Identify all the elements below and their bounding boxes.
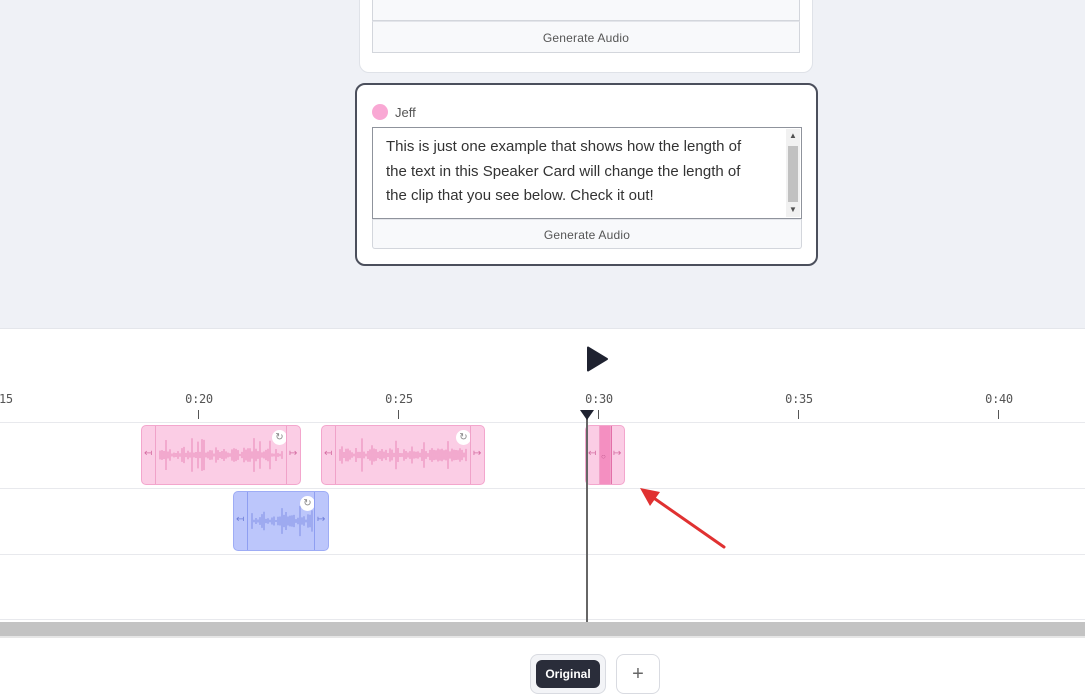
previous-speaker-card: Generate Audio	[359, 0, 813, 73]
ruler-tick	[398, 410, 399, 419]
ruler-label: 0:15	[0, 392, 13, 406]
scroll-down-icon[interactable]: ▼	[786, 203, 800, 217]
play-icon[interactable]	[585, 346, 609, 372]
trim-left-icon[interactable]: ↤	[144, 448, 152, 460]
refresh-icon[interactable]: ↻	[300, 496, 315, 511]
trim-right-icon[interactable]: ↦	[289, 448, 297, 460]
trim-right-handle[interactable]	[610, 426, 611, 484]
speaker-card-jeff[interactable]: Jeff This is just one example that shows…	[355, 83, 818, 266]
speaker-name[interactable]: Jeff	[395, 105, 416, 120]
scroll-up-icon[interactable]: ▲	[786, 129, 800, 143]
trim-right-icon[interactable]: ↦	[317, 514, 325, 526]
trim-left-handle[interactable]	[599, 426, 600, 484]
ruler-tick	[798, 410, 799, 419]
speaker-clip[interactable]: ↻ ↤ ↦	[321, 425, 485, 485]
text-scrollbar[interactable]: ▲ ▼	[786, 129, 800, 217]
add-version-button[interactable]: +	[616, 654, 660, 694]
trim-right-handle[interactable]	[286, 426, 287, 484]
trim-left-icon[interactable]: ↤	[324, 448, 332, 460]
track-row	[0, 554, 1085, 620]
track-row	[0, 488, 1085, 554]
trim-left-icon[interactable]: ↤	[588, 448, 596, 460]
ruler-tick	[198, 410, 199, 419]
clip-center-icon: ○	[601, 452, 606, 461]
version-tab-wrapper: Original	[530, 654, 606, 694]
version-bar: Original +	[0, 638, 1085, 698]
previous-generate-audio-button[interactable]: Generate Audio	[372, 21, 800, 53]
speaker-color-dot[interactable]	[372, 104, 388, 120]
generate-audio-button[interactable]: Generate Audio	[372, 219, 802, 249]
red-arrow-icon	[640, 488, 726, 549]
ruler-label: 0:35	[785, 392, 813, 406]
refresh-icon[interactable]: ↻	[456, 430, 471, 445]
ruler-tick	[598, 410, 599, 419]
trim-left-icon[interactable]: ↤	[236, 514, 244, 526]
ruler-label: 0:40	[985, 392, 1013, 406]
playhead-handle[interactable]	[580, 410, 594, 420]
version-original-button[interactable]: Original	[536, 660, 600, 688]
trim-left-handle[interactable]	[155, 426, 156, 484]
speaker-clip[interactable]: ↻ ↤ ↦	[141, 425, 301, 485]
ruler-label: 0:20	[185, 392, 213, 406]
speaker-text-input[interactable]: This is just one example that shows how …	[372, 127, 802, 219]
playhead-line[interactable]	[586, 417, 588, 622]
timeline-panel: 0:150:200:250:300:350:40 ↻↤↦↻↤↦○↤↦↻↤↦	[0, 328, 1085, 622]
trim-right-handle[interactable]	[314, 492, 315, 550]
ruler-tick	[998, 410, 999, 419]
horizontal-scrollbar[interactable]	[0, 622, 1085, 636]
previous-text-input[interactable]	[372, 0, 800, 21]
jeff-clip[interactable]: ○ ↤ ↦	[585, 425, 625, 485]
trim-right-handle[interactable]	[470, 426, 471, 484]
trim-right-icon[interactable]: ↦	[473, 448, 481, 460]
trim-left-handle[interactable]	[247, 492, 248, 550]
trim-left-handle[interactable]	[335, 426, 336, 484]
speaker-text: This is just one example that shows how …	[386, 138, 742, 204]
speaker-header: Jeff	[372, 104, 416, 120]
ruler-label: 0:30	[585, 392, 613, 406]
scroll-thumb[interactable]	[788, 146, 798, 202]
trim-right-icon[interactable]: ↦	[613, 448, 621, 460]
refresh-icon[interactable]: ↻	[272, 430, 287, 445]
speaker-clip[interactable]: ↻ ↤ ↦	[233, 491, 329, 551]
ruler-label: 0:25	[385, 392, 413, 406]
